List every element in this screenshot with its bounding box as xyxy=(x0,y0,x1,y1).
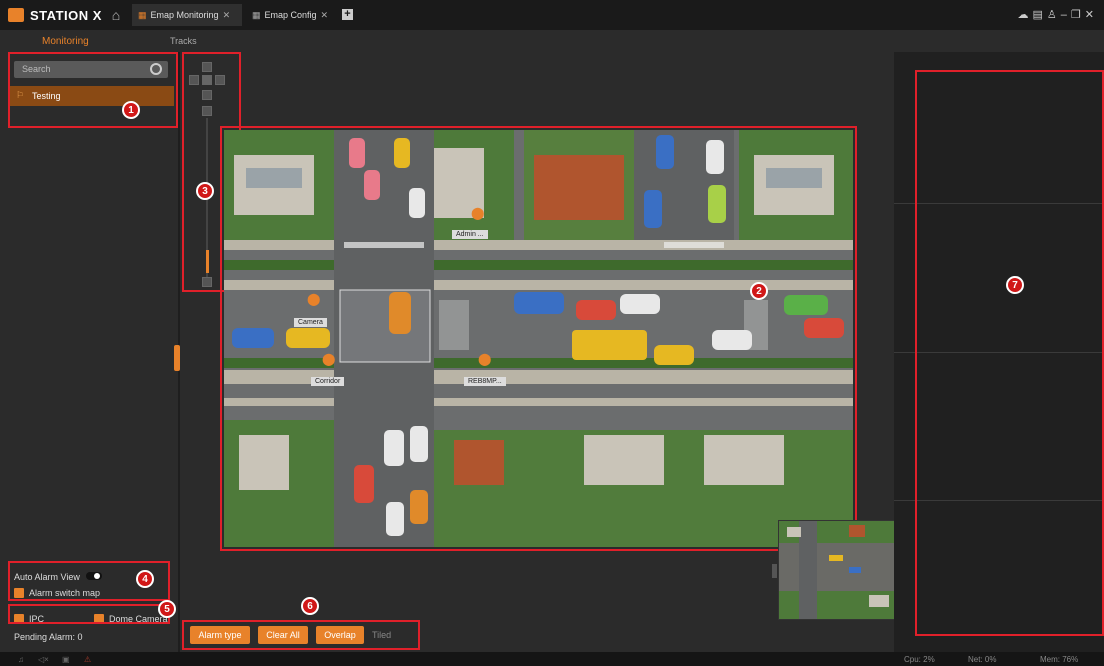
minimap[interactable] xyxy=(778,520,896,620)
home-icon[interactable]: ⌂ xyxy=(104,4,128,26)
callout-box-7 xyxy=(915,70,1104,636)
callout-box-6 xyxy=(182,620,420,650)
minimap-image xyxy=(779,521,895,619)
lock-icon[interactable]: ▤ xyxy=(1033,9,1047,21)
tab-tracks[interactable]: Tracks xyxy=(170,36,197,46)
net-usage: Net: 0% xyxy=(968,655,997,664)
callout-badge-3: 3 xyxy=(196,182,214,200)
callout-box-1 xyxy=(8,52,178,128)
minimap-toggle[interactable] xyxy=(772,564,777,578)
minimize-icon[interactable]: – xyxy=(1061,9,1071,21)
tab-label: Emap Config xyxy=(264,10,317,20)
add-tab-button[interactable]: + xyxy=(342,9,353,20)
callout-badge-7: 7 xyxy=(1006,276,1024,294)
close-icon[interactable]: ✕ xyxy=(1085,9,1098,21)
bell-icon[interactable]: ♫ xyxy=(18,655,24,664)
callout-box-2 xyxy=(220,126,857,551)
close-icon[interactable]: ✕ xyxy=(321,10,329,20)
sub-header xyxy=(0,30,1104,52)
app-logo: STATION X xyxy=(30,8,102,23)
callout-badge-2: 2 xyxy=(750,282,768,300)
close-icon[interactable]: ✕ xyxy=(223,10,231,20)
status-bar xyxy=(0,652,1104,666)
callout-box-5 xyxy=(8,604,170,624)
map-icon: ▦ xyxy=(252,10,261,20)
callout-badge-1: 1 xyxy=(122,101,140,119)
pending-alarm-count: Pending Alarm: 0 xyxy=(14,632,83,642)
tab-emap-monitoring[interactable]: ▦ Emap Monitoring ✕ xyxy=(132,4,242,26)
cpu-usage: Cpu: 2% xyxy=(904,655,935,664)
callout-badge-5: 5 xyxy=(158,600,176,618)
map-icon: ▦ xyxy=(138,10,147,20)
mem-usage: Mem: 76% xyxy=(1040,655,1079,664)
window-controls[interactable]: ☁▤♙–❐✕ xyxy=(1018,8,1099,21)
user-icon[interactable]: ♙ xyxy=(1047,9,1061,21)
collapse-handle[interactable] xyxy=(174,345,180,371)
callout-badge-4: 4 xyxy=(136,570,154,588)
alarm-icon[interactable]: ⚠ xyxy=(84,655,91,664)
speaker-icon[interactable]: ◁× xyxy=(38,655,49,664)
screen-icon[interactable]: ▣ xyxy=(62,655,70,664)
restore-icon[interactable]: ❐ xyxy=(1071,9,1085,21)
tab-emap-config[interactable]: ▦ Emap Config ✕ xyxy=(246,4,336,26)
callout-badge-6: 6 xyxy=(301,597,319,615)
tab-label: Emap Monitoring xyxy=(150,10,219,20)
logo-icon xyxy=(8,8,24,22)
cloud-icon[interactable]: ☁ xyxy=(1018,9,1033,21)
tab-monitoring[interactable]: Monitoring xyxy=(42,36,89,47)
